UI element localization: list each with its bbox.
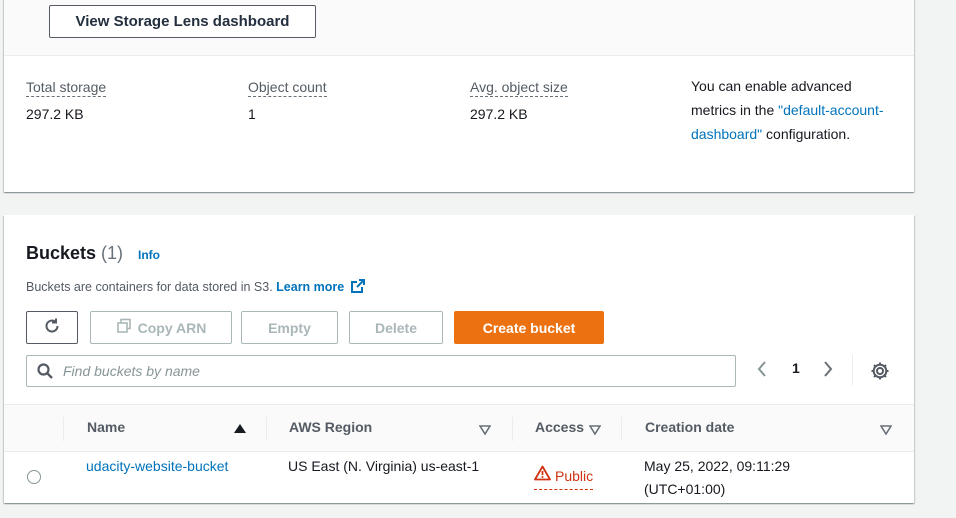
search-input[interactable] [63, 363, 723, 379]
sort-descending-icon[interactable] [478, 422, 492, 440]
total-storage-value: 297.2 KB [26, 106, 84, 122]
row-select-radio[interactable] [27, 470, 41, 484]
table-header: Name AWS Region Access Creation date [4, 404, 914, 452]
avg-object-size-label[interactable]: Avg. object size [470, 79, 568, 97]
storage-summary-panel: View Storage Lens dashboard Total storag… [4, 0, 914, 192]
advanced-metrics-note: You can enable advanced metrics in the "… [691, 74, 891, 146]
learn-more-link[interactable]: Learn more [276, 278, 366, 297]
avg-object-size-metric: Avg. object size 297.2 KB [470, 79, 568, 122]
column-header-creation-date[interactable]: Creation date [645, 419, 734, 435]
external-link-icon[interactable] [350, 278, 366, 297]
object-count-value: 1 [248, 106, 256, 122]
sort-ascending-icon[interactable] [233, 422, 247, 440]
public-access-badge[interactable]: Public [534, 465, 594, 490]
buckets-description: Buckets are containers for data stored i… [26, 278, 366, 297]
object-count-metric: Object count 1 [248, 79, 327, 122]
delete-button[interactable]: Delete [349, 311, 443, 344]
bucket-name-link[interactable]: udacity-website-bucket [86, 455, 236, 478]
total-storage-label[interactable]: Total storage [26, 79, 107, 97]
refresh-icon [43, 317, 61, 338]
empty-button[interactable]: Empty [241, 311, 338, 344]
access-label: Public [555, 468, 594, 484]
column-header-access[interactable]: Access [535, 419, 584, 435]
copy-icon [116, 318, 132, 337]
learn-more-label[interactable]: Learn more [276, 280, 344, 294]
avg-object-size-value: 297.2 KB [470, 106, 528, 122]
advanced-metrics-suffix: configuration. [762, 126, 851, 142]
buckets-count: (1) [101, 243, 124, 263]
view-storage-lens-button[interactable]: View Storage Lens dashboard [49, 5, 316, 38]
column-header-region[interactable]: AWS Region [289, 419, 372, 435]
bucket-region: US East (N. Virginia) us-east-1 [288, 458, 480, 474]
gear-icon[interactable] [870, 361, 890, 386]
buckets-description-text: Buckets are containers for data stored i… [26, 280, 273, 294]
page-number[interactable]: 1 [792, 360, 800, 376]
total-storage-metric: Total storage 297.2 KB [26, 79, 107, 122]
refresh-button[interactable] [26, 311, 78, 344]
bucket-creation-date: May 25, 2022, 09:11:29 (UTC+01:00) [644, 458, 791, 497]
buckets-title: Buckets [26, 243, 97, 263]
column-divider [63, 417, 64, 441]
object-count-label[interactable]: Object count [248, 79, 327, 97]
chevron-left-icon[interactable] [756, 360, 768, 381]
copy-arn-button[interactable]: Copy ARN [90, 311, 232, 344]
sort-descending-icon[interactable] [588, 422, 602, 440]
column-divider [266, 417, 267, 441]
storage-summary-header: View Storage Lens dashboard [4, 0, 914, 56]
buckets-heading: Buckets (1) [26, 243, 123, 264]
buckets-panel: Buckets (1) Info Buckets are containers … [4, 215, 914, 503]
sort-descending-icon[interactable] [879, 422, 893, 440]
column-divider [512, 417, 513, 441]
chevron-right-icon[interactable] [822, 360, 834, 381]
info-link[interactable]: Info [138, 248, 160, 262]
bucket-access[interactable]: Public [534, 465, 594, 490]
warning-icon [534, 465, 551, 488]
bucket-search[interactable] [26, 355, 736, 387]
column-header-name[interactable]: Name [87, 419, 125, 435]
copy-arn-label: Copy ARN [137, 319, 207, 336]
search-icon [27, 362, 63, 380]
pagination-divider [852, 355, 853, 385]
create-bucket-button[interactable]: Create bucket [454, 311, 604, 344]
column-divider [621, 417, 622, 441]
table-row[interactable]: udacity-website-bucket US East (N. Virgi… [4, 452, 914, 503]
